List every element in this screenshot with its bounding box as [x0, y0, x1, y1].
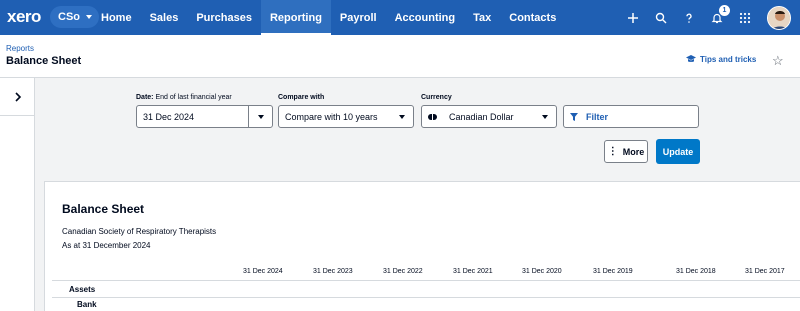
compare-value: Compare with 10 years: [285, 111, 378, 122]
sidebar: [0, 78, 35, 311]
page-header: Reports Balance Sheet Tips and tricks ☆: [0, 35, 800, 78]
date-field-label: Date: End of last financial year: [136, 94, 232, 101]
nav-accounting[interactable]: Accounting: [386, 0, 465, 35]
nav-reporting[interactable]: Reporting: [260, 0, 331, 35]
filter-label: Filter: [586, 111, 609, 122]
report-card: [44, 181, 800, 311]
filter-button[interactable]: Filter: [563, 105, 699, 128]
divider: [52, 280, 800, 281]
page-title: Balance Sheet: [6, 55, 82, 67]
funnel-icon: [570, 112, 578, 121]
column-header: 31 Dec 2024: [243, 268, 283, 275]
column-header: 31 Dec 2023: [313, 268, 353, 275]
currency-value: Canadian Dollar: [449, 111, 514, 122]
search-icon[interactable]: [647, 4, 675, 32]
top-nav: xero CSo Home Sales Purchases Reporting …: [0, 0, 800, 35]
kebab-icon: ⋮: [607, 145, 618, 157]
bell-icon[interactable]: 1: [703, 4, 731, 32]
nav-tax[interactable]: Tax: [464, 0, 500, 35]
org-label: CSo: [58, 11, 80, 23]
report-title: Balance Sheet: [62, 202, 145, 216]
report-as-at: As at 31 December 2024: [62, 241, 151, 250]
column-header: 31 Dec 2021: [453, 268, 493, 275]
compare-select[interactable]: Compare with 10 years: [278, 105, 414, 128]
apps-grid-icon[interactable]: [731, 4, 759, 32]
plus-icon[interactable]: [619, 4, 647, 32]
date-field[interactable]: 31 Dec 2024: [136, 105, 273, 128]
breadcrumb-reports[interactable]: Reports: [6, 44, 34, 53]
chevron-right-icon: [14, 91, 21, 102]
update-button[interactable]: Update: [656, 139, 700, 164]
chevron-down-icon: [542, 115, 548, 119]
nav-home[interactable]: Home: [92, 0, 141, 35]
date-field-hint: End of last financial year: [155, 94, 232, 101]
column-header: 31 Dec 2017: [745, 268, 785, 275]
section-assets: Assets: [69, 285, 96, 294]
column-header: 31 Dec 2022: [383, 268, 423, 275]
chevron-down-icon: [399, 115, 405, 119]
currency-field-label: Currency: [421, 94, 452, 101]
divider: [52, 297, 800, 298]
currency-select[interactable]: Canadian Dollar: [421, 105, 557, 128]
column-header: 31 Dec 2019: [593, 268, 633, 275]
sidebar-expand-button[interactable]: [0, 78, 35, 116]
graduation-cap-icon: [686, 55, 696, 62]
more-button[interactable]: ⋮ More: [604, 140, 648, 163]
help-icon[interactable]: [675, 4, 703, 32]
xero-logo[interactable]: xero: [7, 7, 41, 27]
nav-payroll[interactable]: Payroll: [331, 0, 386, 35]
tips-and-tricks-link[interactable]: Tips and tricks: [686, 55, 756, 64]
nav-purchases[interactable]: Purchases: [187, 0, 261, 35]
tips-label: Tips and tricks: [700, 55, 757, 64]
column-header: 31 Dec 2018: [676, 268, 716, 275]
nav-sales[interactable]: Sales: [141, 0, 188, 35]
star-icon[interactable]: ☆: [772, 53, 784, 69]
date-value: 31 Dec 2024: [143, 111, 195, 122]
chevron-down-icon: [258, 115, 264, 119]
user-avatar[interactable]: [767, 5, 791, 30]
notification-badge: 1: [719, 4, 730, 16]
more-label: More: [622, 146, 645, 157]
report-org-name: Canadian Society of Respiratory Therapis…: [62, 227, 217, 236]
nav-links: Home Sales Purchases Reporting Payroll A…: [92, 0, 565, 35]
nav-icons: 1: [619, 0, 800, 35]
section-bank: Bank: [77, 300, 97, 309]
compare-field-label: Compare with: [278, 94, 325, 101]
column-header: 31 Dec 2020: [522, 268, 562, 275]
currency-flag-icon: [428, 113, 437, 120]
nav-contacts[interactable]: Contacts: [500, 0, 565, 35]
